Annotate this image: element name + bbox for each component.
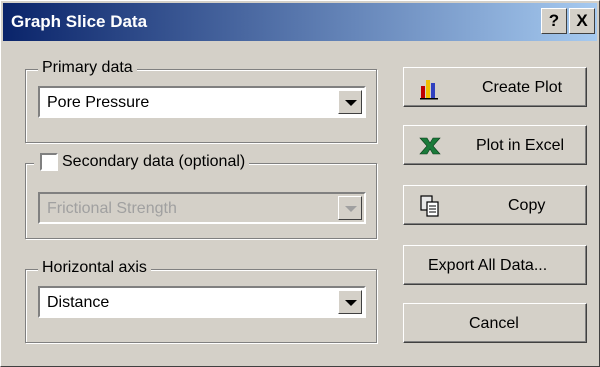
copy-button[interactable]: Copy [403, 185, 587, 225]
create-plot-label: Create Plot [482, 79, 563, 96]
primary-data-label: Primary data [38, 59, 137, 77]
secondary-data-label: Secondary data (optional) [62, 153, 246, 170]
primary-data-value: Pore Pressure [47, 94, 150, 111]
secondary-data-group: Secondary data (optional) Frictional Str… [25, 153, 377, 239]
help-button[interactable]: ? [541, 8, 567, 34]
dialog-title: Graph Slice Data [11, 12, 148, 31]
primary-data-group: Primary data Pore Pressure [25, 59, 377, 143]
primary-data-select[interactable]: Pore Pressure [38, 86, 366, 118]
secondary-data-checkbox[interactable] [40, 153, 58, 171]
horizontal-axis-value: Distance [47, 294, 110, 311]
export-all-data-button[interactable]: Export All Data... [403, 245, 587, 285]
bar-chart-icon [420, 80, 438, 100]
graph-slice-data-dialog: Graph Slice Data ? X Primary data Pore P… [0, 0, 600, 367]
plot-in-excel-button[interactable]: Plot in Excel [403, 125, 587, 165]
secondary-data-value: Frictional Strength [47, 200, 177, 217]
excel-icon [419, 137, 441, 155]
secondary-data-header: Secondary data (optional) [34, 153, 250, 171]
plot-in-excel-label: Plot in Excel [476, 137, 565, 154]
chevron-down-icon[interactable] [338, 290, 362, 314]
secondary-data-select[interactable]: Frictional Strength [38, 192, 366, 224]
title-bar: Graph Slice Data ? X [3, 3, 597, 41]
copy-label: Copy [508, 197, 546, 214]
cancel-button[interactable]: Cancel [403, 303, 587, 343]
copy-icon [420, 195, 439, 217]
horizontal-axis-label: Horizontal axis [38, 259, 151, 277]
create-plot-button[interactable]: Create Plot [403, 67, 587, 107]
horizontal-axis-select[interactable]: Distance [38, 286, 366, 318]
close-button[interactable]: X [569, 8, 595, 34]
cancel-label: Cancel [469, 315, 519, 332]
chevron-down-icon[interactable] [338, 90, 362, 114]
chevron-down-icon[interactable] [338, 196, 362, 220]
export-all-data-label: Export All Data... [428, 257, 548, 274]
horizontal-axis-group: Horizontal axis Distance [25, 259, 377, 343]
